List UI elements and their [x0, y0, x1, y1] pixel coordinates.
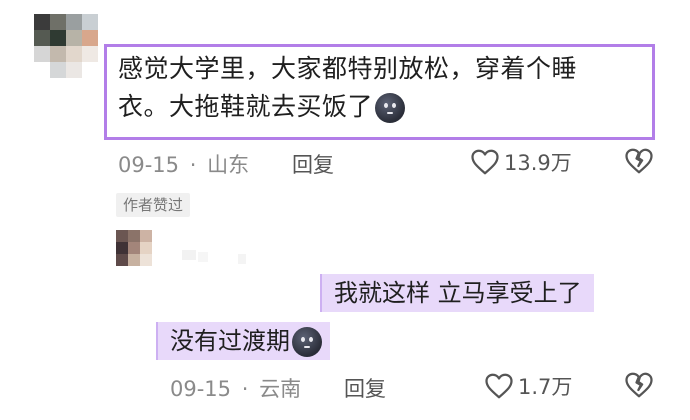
author-liked-badge: 作者赞过 [116, 193, 191, 217]
comment-meta: 09-15 · 山东 [118, 149, 249, 179]
broken-heart-icon [625, 372, 653, 398]
reply-text-line2: 没有过渡期 [170, 327, 290, 355]
reply-reply-button[interactable]: 回复 [344, 373, 386, 403]
heart-icon [471, 149, 499, 175]
reply-date: 09-15 [170, 377, 232, 401]
comment-location: 山东 [207, 153, 250, 177]
comment-reply-button[interactable]: 回复 [292, 149, 334, 179]
comment-text-line2: 衣。大拖鞋就去买饭了 [118, 88, 648, 126]
broken-heart-icon [625, 148, 653, 174]
comment-date: 09-15 [118, 153, 180, 177]
meta-separator: · [241, 377, 249, 401]
comment-body: 感觉大学里，大家都特别放松，穿着个睡 衣。大拖鞋就去买饭了 [118, 50, 648, 126]
comment-text-line2-content: 衣。大拖鞋就去买饭了 [118, 92, 374, 121]
comment-like-count: 13.9万 [504, 151, 572, 175]
reply-text-line1: 我就这样 立马享受上了 [320, 274, 594, 312]
comment-dislike-button[interactable] [624, 147, 654, 179]
moon-face-emoji-icon [375, 93, 406, 123]
comment-like-button[interactable]: 13.9万 [470, 147, 572, 177]
moon-face-emoji-icon [292, 327, 322, 357]
reply-like-button[interactable]: 1.7万 [484, 371, 572, 401]
heart-icon [485, 373, 513, 399]
reply-text-line2-wrap: 没有过渡期 [156, 322, 330, 360]
reply-like-count: 1.7万 [518, 375, 573, 399]
reply-location: 云南 [259, 377, 302, 401]
reply-dislike-button[interactable] [624, 371, 654, 403]
commenter-avatar[interactable] [34, 14, 98, 78]
replier-avatar[interactable] [116, 230, 152, 266]
meta-separator: · [189, 153, 197, 177]
comment-text-line1: 感觉大学里，大家都特别放松，穿着个睡 [118, 54, 578, 83]
reply-meta: 09-15 · 云南 [170, 373, 301, 403]
